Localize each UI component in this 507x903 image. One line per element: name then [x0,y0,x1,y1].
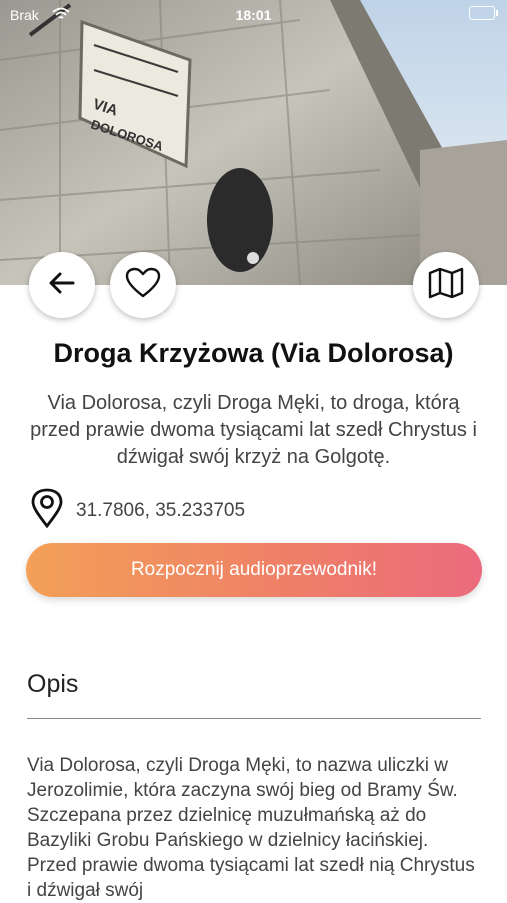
hero-image: VIA DOLOROSA [0,0,507,285]
heart-icon [125,267,161,304]
description-heading: Opis [27,670,79,698]
location-pin-icon [30,488,64,534]
place-title: Droga Krzyżowa (Via Dolorosa) [53,338,454,368]
favorite-button[interactable] [110,252,176,318]
battery-icon [469,6,498,20]
back-button[interactable] [29,252,95,318]
back-arrow-icon [47,268,77,303]
divider [27,718,481,719]
place-subtitle: Via Dolorosa, czyli Droga Męki, to droga… [30,392,477,468]
coordinates-text: 31.7806, 35.233705 [76,500,246,521]
coordinates-row: 31.7806, 35.233705 [30,488,246,534]
map-button[interactable] [413,252,479,318]
status-time: 18:01 [235,7,272,23]
status-bar: Brak 18:01 [0,0,507,30]
start-audio-guide-button[interactable]: Rozpocznij audioprzewodnik! [26,543,482,597]
description-text: Via Dolorosa, czyli Droga Męki, to nazwa… [27,755,475,901]
map-icon [428,267,464,304]
